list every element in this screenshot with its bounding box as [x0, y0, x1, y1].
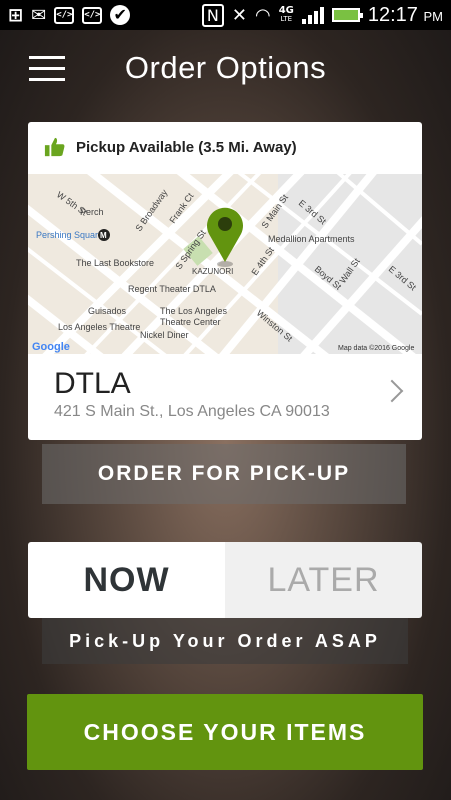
location-name: DTLA — [54, 367, 131, 400]
gmail-icon: ✉ — [31, 4, 47, 26]
4g-lte-icon: 4G LTE — [279, 6, 294, 24]
map-label: Nickel Diner — [140, 330, 189, 340]
map[interactable]: W 5th St Perch Pershing Square S Broadwa… — [28, 174, 422, 354]
clock-ampm: PM — [423, 8, 444, 24]
map-label: The Los Angeles — [160, 306, 228, 316]
asap-label: Pick-Up Your Order ASAP — [42, 618, 408, 664]
nfc-icon: N — [201, 3, 224, 27]
system-icons: N ✕ ◠ 4G LTE 12:17 PM — [201, 0, 443, 30]
code-icon: </> — [82, 6, 103, 24]
map-label: Medallion Apartments — [268, 234, 355, 244]
map-label: Perch — [80, 207, 104, 217]
location-card[interactable]: Pickup Available (3.5 Mi. Away) W 5th St… — [28, 122, 422, 440]
svg-text:M: M — [100, 231, 107, 240]
map-label: KAZUNORI — [192, 267, 233, 276]
code-icon: </> — [54, 6, 75, 24]
check-chat-icon: ✔ — [110, 5, 131, 25]
wifi-icon: ◠ — [254, 4, 271, 26]
battery-charging-icon — [331, 8, 363, 22]
signal-icon — [301, 6, 324, 24]
map-label: Theatre Center — [160, 317, 221, 327]
map-label: Los Angeles Theatre — [58, 322, 140, 332]
clock: 12:17 PM — [368, 4, 443, 27]
choose-items-button[interactable]: CHOOSE YOUR ITEMS — [27, 694, 423, 770]
later-tab[interactable]: LATER — [225, 542, 422, 618]
mute-icon: ✕ — [231, 4, 247, 26]
location-address: 421 S Main St., Los Angeles CA 90013 — [54, 403, 330, 420]
map-label: Guisados — [88, 306, 127, 316]
google-logo: Google — [32, 341, 70, 353]
map-label: The Last Bookstore — [76, 258, 154, 268]
network-sub: LTE — [280, 15, 293, 23]
status-bar: ⊞ ✉ </> </> ✔ N ✕ ◠ 4G LTE 12:17 PM — [0, 0, 451, 30]
order-mode-button[interactable]: ORDER FOR PICK-UP — [42, 444, 406, 504]
network-type: 4G — [278, 5, 294, 16]
timing-toggle: NOW LATER — [28, 542, 422, 618]
now-tab[interactable]: NOW — [28, 542, 225, 618]
map-label: Regent Theater DTLA — [128, 284, 216, 294]
clock-time: 12:17 — [367, 3, 418, 26]
pickup-availability-text: Pickup Available (3.5 Mi. Away) — [76, 138, 297, 156]
chevron-right-icon[interactable] — [380, 379, 404, 403]
notification-icons: ⊞ ✉ </> </> ✔ — [0, 4, 131, 26]
map-attribution: Map data ©2016 Google — [338, 344, 414, 352]
plus-box-icon: ⊞ — [8, 4, 24, 26]
thumbs-up-icon — [44, 137, 65, 157]
page-title: Order Options — [124, 50, 327, 85]
map-label: Pershing Square — [36, 230, 103, 240]
pickup-availability: Pickup Available (3.5 Mi. Away) — [28, 122, 422, 172]
